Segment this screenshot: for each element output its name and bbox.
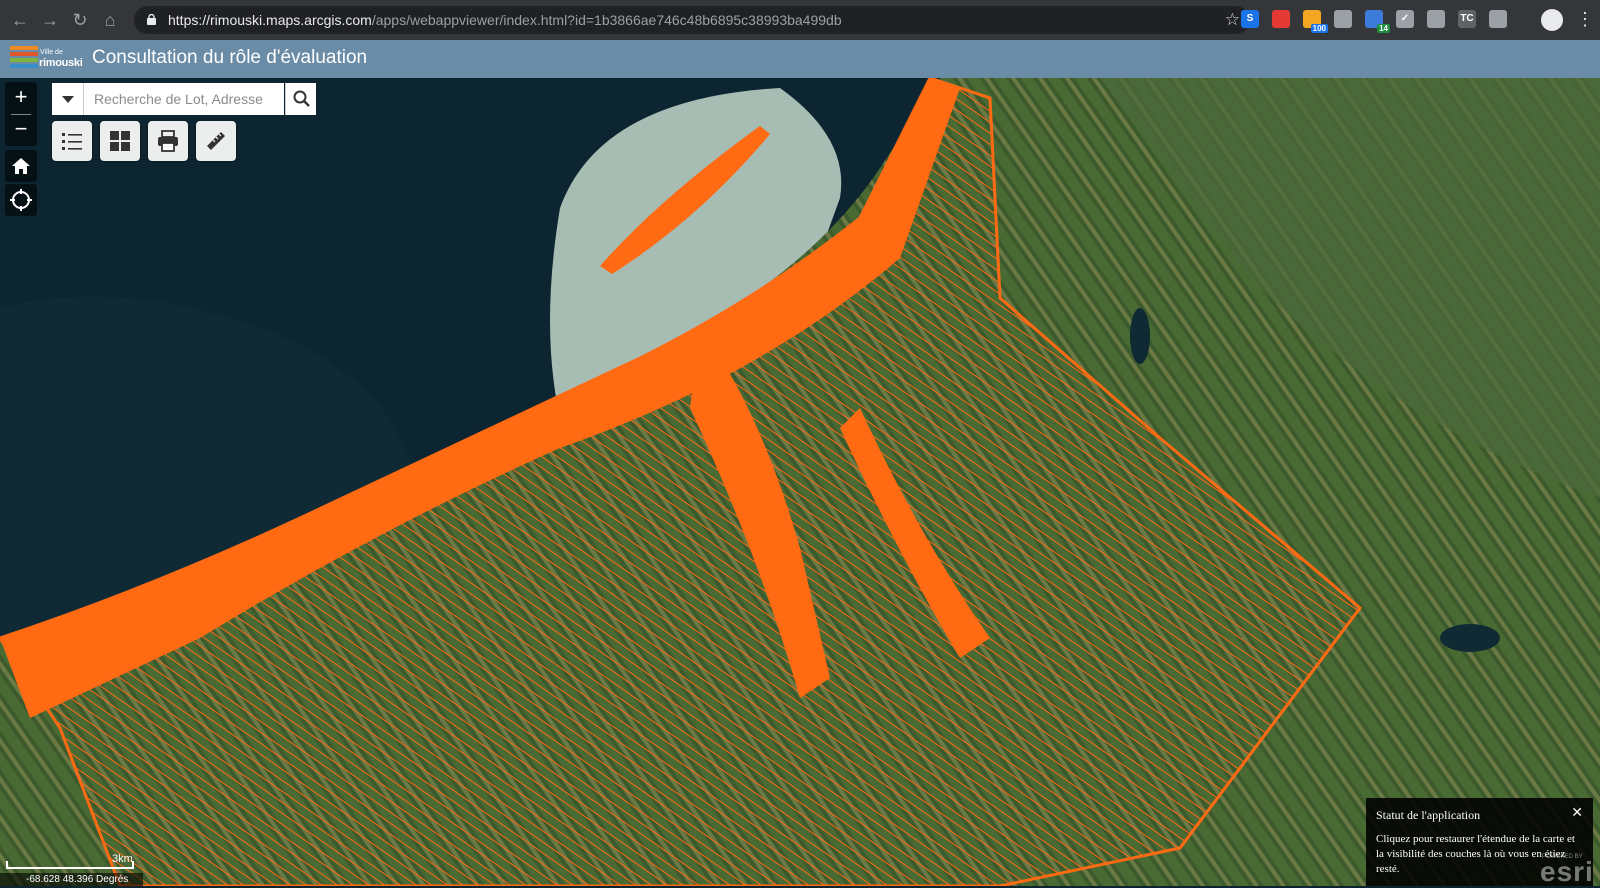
zoom-in-button[interactable]: + (5, 82, 37, 114)
grid-icon (110, 131, 130, 151)
search-icon (293, 90, 310, 107)
profile-avatar[interactable] (1541, 9, 1563, 31)
logo-small-text: Ville de (40, 49, 63, 56)
layer-list-button[interactable] (52, 121, 92, 161)
logo-mark-icon (10, 46, 38, 72)
check-extension-icon[interactable]: ✓ (1396, 10, 1414, 28)
menu-dots-icon[interactable]: ⋮ (1576, 9, 1594, 29)
extension-badge: 100 (1310, 24, 1328, 33)
search-widget (52, 83, 316, 115)
back-arrow-icon[interactable]: ← (8, 8, 32, 32)
drop-extension-icon[interactable]: 14 (1365, 10, 1390, 33)
basemap-gallery-button[interactable] (100, 121, 140, 161)
ruler-icon (207, 132, 225, 150)
rss-extension-icon[interactable]: 100 (1303, 10, 1328, 33)
lake (1130, 308, 1150, 364)
search-button[interactable] (285, 83, 316, 115)
measure-button[interactable] (196, 121, 236, 161)
esri-logo: esri (1540, 856, 1594, 887)
app-header: Ville de rimouski Consultation du rôle d… (0, 40, 1600, 78)
home-extent-button[interactable] (5, 150, 37, 182)
scale-label: 3km (112, 853, 133, 865)
forward-arrow-icon[interactable]: → (38, 8, 62, 32)
locate-icon (10, 189, 32, 211)
map-view[interactable] (0, 78, 1600, 886)
printer-icon (158, 130, 178, 152)
zoom-control: + − (5, 82, 37, 146)
page-title: Consultation du rôle d'évaluation (92, 47, 368, 68)
print-button[interactable] (148, 121, 188, 161)
list-icon (62, 133, 82, 150)
extension-badge: 14 (1377, 24, 1390, 33)
browser-toolbar: ← → ↻ ⌂ https://rimouski.maps.arcgis.com… (0, 0, 1600, 40)
search-source-dropdown[interactable] (52, 83, 84, 115)
s-extension-icon[interactable]: S (1241, 10, 1259, 28)
bookmark-star-icon[interactable]: ☆ (1225, 10, 1240, 30)
satellite-map-layer (0, 78, 1600, 886)
home-icon (12, 158, 30, 174)
search-input[interactable] (84, 83, 284, 115)
status-title: Statut de l'application (1376, 808, 1481, 822)
url-text: https://rimouski.maps.arcgis.com/apps/we… (168, 12, 842, 28)
coordinates-readout[interactable]: -68.628 48.396 Degrés (0, 873, 143, 886)
tc-extension-icon[interactable]: TC (1458, 10, 1476, 28)
lake (1440, 624, 1500, 652)
zoom-out-button[interactable]: − (5, 114, 37, 146)
reload-icon[interactable]: ↻ (68, 8, 92, 32)
home-icon[interactable]: ⌂ (98, 8, 122, 32)
globe-extension-icon[interactable] (1427, 10, 1445, 28)
shield-extension-icon[interactable] (1272, 10, 1290, 28)
copy-extension-icon[interactable] (1334, 10, 1352, 28)
lock-icon (147, 14, 156, 25)
address-bar[interactable]: https://rimouski.maps.arcgis.com/apps/we… (134, 6, 1250, 34)
rimouski-logo: Ville de rimouski (10, 44, 83, 74)
logo-name-text: rimouski (39, 57, 83, 69)
close-icon[interactable]: ✕ (1571, 804, 1583, 821)
my-location-button[interactable] (5, 184, 37, 216)
puzzle-extension-icon[interactable] (1489, 10, 1507, 28)
